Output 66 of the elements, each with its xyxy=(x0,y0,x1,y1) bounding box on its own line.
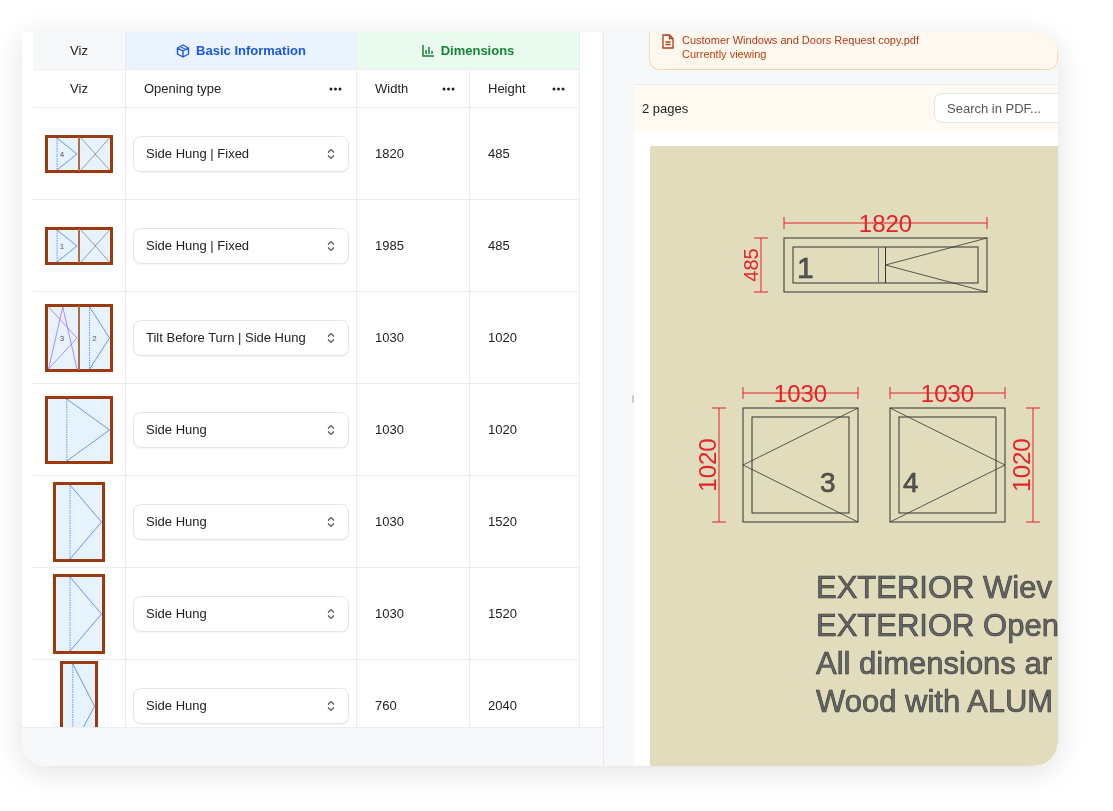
chevron-up-down-icon xyxy=(326,239,336,252)
chevron-up-down-icon xyxy=(326,699,336,712)
table-cell: 1520 xyxy=(488,606,517,621)
resize-handle[interactable] xyxy=(632,395,634,403)
window-icon xyxy=(53,481,105,562)
column-group-header: Dimensions xyxy=(440,43,515,58)
table-cell: 1030 xyxy=(375,422,404,437)
bar-chart-icon xyxy=(421,44,435,57)
more-icon[interactable] xyxy=(552,86,565,91)
table-cell: 1985 xyxy=(375,238,404,253)
chevron-up-down-icon xyxy=(326,423,336,436)
opening-type-select[interactable]: Side Hung | Fixed xyxy=(133,135,349,172)
window-icon: 3 2 xyxy=(45,303,113,372)
cube-icon xyxy=(176,43,191,58)
table-cell: 1030 xyxy=(375,606,404,621)
column-group-header: Viz xyxy=(70,43,88,58)
table-cell: 1820 xyxy=(375,146,404,161)
chevron-up-down-icon xyxy=(326,331,336,344)
window-number: 3 xyxy=(820,467,836,498)
table-cell: 1020 xyxy=(488,422,517,437)
note-text: Wood with ALUM xyxy=(816,684,1054,719)
more-icon[interactable] xyxy=(329,86,342,91)
column-header: Opening type xyxy=(144,81,222,96)
opening-type-select[interactable]: Tilt Before Turn | Side Hung xyxy=(133,319,349,356)
opening-type-select[interactable]: Side Hung xyxy=(133,411,349,448)
file-status: Currently viewing xyxy=(682,47,768,61)
window-icon xyxy=(60,660,98,727)
dimension-label: 1820 xyxy=(858,210,913,237)
column-group-header: Basic Information xyxy=(196,43,306,58)
window-number: 1 xyxy=(797,251,814,284)
opening-type-select[interactable]: Side Hung | Fixed xyxy=(133,227,349,264)
column-header: Viz xyxy=(70,81,88,96)
dimension-label: 1030 xyxy=(920,380,975,407)
column-header: Height xyxy=(488,81,526,96)
more-icon[interactable] xyxy=(442,86,455,91)
table-cell: 760 xyxy=(375,698,397,713)
file-name: Customer Windows and Doors Request copy.pdf xyxy=(682,34,919,47)
table-cell: 1030 xyxy=(375,514,404,529)
dimension-label: 1020 xyxy=(694,438,721,492)
window-icon xyxy=(45,395,113,464)
note-text: EXTERIOR Open xyxy=(816,608,1058,643)
search-field[interactable]: Search in PDF... xyxy=(934,93,1058,123)
document-icon xyxy=(662,34,674,49)
chevron-up-down-icon xyxy=(326,147,336,160)
table-cell: 2040 xyxy=(488,698,517,713)
opening-type-select[interactable]: Side Hung xyxy=(133,595,349,632)
window-icon xyxy=(53,573,105,654)
note-text: EXTERIOR Wiev xyxy=(816,570,1052,605)
note-text: All dimensions ar xyxy=(816,646,1053,681)
dimension-label: 485 xyxy=(740,248,762,282)
table-cell: 1030 xyxy=(375,330,404,345)
column-header: Width xyxy=(375,81,409,96)
table-cell: 485 xyxy=(488,146,510,161)
table-cell: 1020 xyxy=(488,330,517,345)
dimension-label: 1030 xyxy=(773,380,828,407)
table-cell: 485 xyxy=(488,238,510,253)
page-count: 2 pages xyxy=(642,100,689,116)
window-icon: 4 xyxy=(45,134,113,173)
window-icon: 1 xyxy=(45,226,113,265)
chevron-up-down-icon xyxy=(326,607,336,620)
table-cell: 1520 xyxy=(488,514,517,529)
chevron-up-down-icon xyxy=(326,515,336,528)
opening-type-select[interactable]: Side Hung xyxy=(133,503,349,540)
opening-type-select[interactable]: Side Hung xyxy=(133,687,349,724)
window-number: 4 xyxy=(903,467,919,498)
dimension-label: 1020 xyxy=(1008,438,1035,492)
